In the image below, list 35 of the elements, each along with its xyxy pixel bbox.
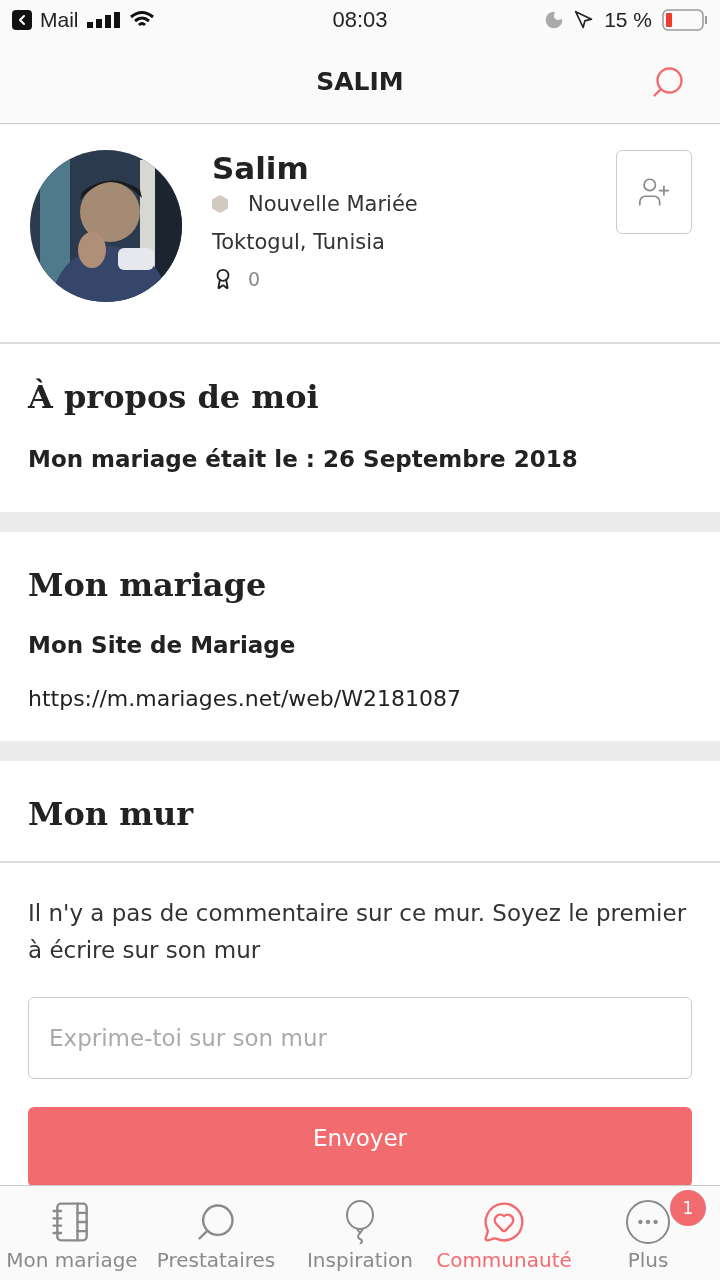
balloon-icon [343,1200,377,1244]
add-user-icon [637,175,671,209]
location-icon [574,10,595,30]
signal-icon [86,12,121,28]
battery-icon [662,9,708,31]
battery-percent: 15 % [604,8,652,32]
send-button[interactable]: Envoyer [28,1106,692,1185]
site-label: Mon Site de Mariage [28,632,297,658]
section-title: Mon mur [28,795,194,833]
profile-role: Nouvelle Mariée [248,192,418,216]
tab-item[interactable]: Prestataires [144,1186,288,1280]
moon-icon [544,10,565,30]
back-icon[interactable] [12,10,32,30]
wedding-date: Mon mariage était le : 26 Septembre 2018 [28,446,579,472]
tab-item[interactable]: Plus 1 [576,1186,720,1280]
comment-field[interactable]: Exprime-toi sur son mur [28,996,692,1079]
heart-chat-icon [482,1200,526,1244]
tab-item[interactable]: Communauté [432,1186,576,1280]
site-link[interactable]: https://m.mariages.net/web/W2181087 [28,686,692,711]
badge-count: 0 [248,268,261,290]
back-app-label[interactable]: Mail [40,8,79,32]
search-icon[interactable] [650,64,686,100]
notification-badge: 1 [670,1190,706,1226]
hexagon-icon [212,195,228,213]
tab-item[interactable]: Inspiration [288,1186,432,1280]
section-title: À propos de moi [28,378,320,416]
clock: 08:03 [332,7,388,33]
tab-item[interactable]: Mon mariage [0,1186,144,1280]
profile-name: Salim [212,150,310,186]
more-icon [626,1200,670,1244]
empty-wall-message: Il n'y a pas de commentaire sur ce mur. Soyez le premier à écrire sur son mur [28,899,688,965]
page-title: SALIM [316,67,404,96]
add-friend-button[interactable] [616,150,692,234]
profile-location: Toktogul, Tunisia [212,230,386,254]
section-title: Mon mariage [28,566,268,604]
